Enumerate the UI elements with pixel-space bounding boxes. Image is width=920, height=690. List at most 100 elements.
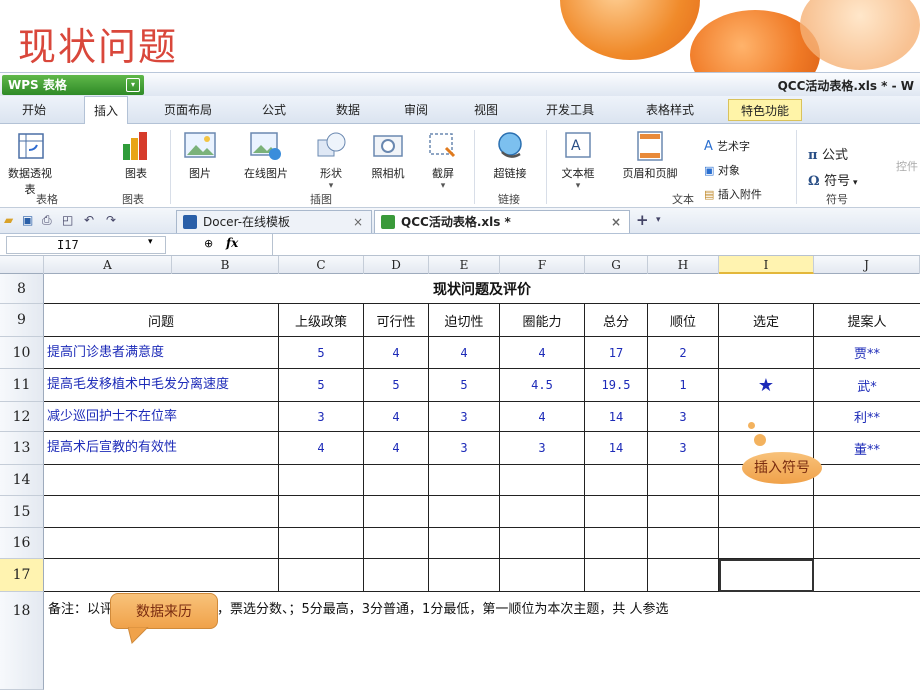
select-all-corner[interactable]: [0, 256, 44, 274]
camera-button[interactable]: 照相机: [364, 130, 412, 181]
tab-table-style[interactable]: 表格样式: [646, 101, 694, 118]
tab-docer-template[interactable]: Docer-在线模板 ×: [176, 210, 372, 233]
wps-app-menu[interactable]: WPS 表格 ▾: [2, 75, 144, 95]
shape-button[interactable]: 形状 ▾: [314, 130, 348, 191]
control-button[interactable]: 控件: [896, 158, 920, 174]
art-text-button[interactable]: A 艺术字: [704, 138, 750, 154]
tab-page-layout[interactable]: 页面布局: [164, 101, 212, 118]
empty-cell[interactable]: [648, 528, 719, 559]
new-tab-plus-icon[interactable]: +: [636, 213, 650, 228]
empty-cell[interactable]: [500, 465, 585, 496]
tab-qcc-file[interactable]: QCC活动表格.xls * ×: [374, 210, 630, 233]
header-cell[interactable]: 提案人: [814, 304, 920, 337]
close-icon[interactable]: ×: [353, 211, 363, 233]
empty-cell[interactable]: [648, 465, 719, 496]
chevron-down-icon[interactable]: ▾: [850, 178, 858, 188]
online-picture-button[interactable]: 在线图片: [234, 130, 298, 181]
chevron-down-icon[interactable]: ▾: [426, 181, 460, 191]
empty-cell[interactable]: [364, 559, 429, 592]
picture-button[interactable]: 图片: [180, 130, 220, 181]
empty-cell[interactable]: [429, 559, 500, 592]
score-cell[interactable]: 5: [429, 369, 500, 402]
tab-review[interactable]: 审阅: [404, 101, 428, 118]
row-header[interactable]: 12: [0, 402, 44, 432]
hyperlink-button[interactable]: 超链接: [486, 130, 534, 181]
redo-icon[interactable]: ↷: [106, 213, 120, 227]
proposer-cell[interactable]: 利**: [814, 402, 920, 432]
column-header[interactable]: J: [814, 256, 920, 274]
empty-cell[interactable]: [585, 559, 648, 592]
empty-cell[interactable]: [44, 496, 279, 528]
empty-cell[interactable]: [44, 528, 279, 559]
tab-special-features[interactable]: 特色功能: [728, 99, 803, 121]
empty-cell[interactable]: [429, 496, 500, 528]
column-header[interactable]: A: [44, 256, 172, 274]
total-cell[interactable]: 14: [585, 402, 648, 432]
empty-cell[interactable]: [585, 528, 648, 559]
score-cell[interactable]: 5: [364, 369, 429, 402]
name-box[interactable]: I17: [6, 236, 166, 254]
spreadsheet-grid[interactable]: A B C D E F G H I J 8 9 10 11 12 13 14 1…: [0, 256, 920, 690]
rank-cell[interactable]: 1: [648, 369, 719, 402]
column-header[interactable]: E: [429, 256, 500, 274]
header-cell[interactable]: 上级政策: [279, 304, 364, 337]
header-cell[interactable]: 总分: [585, 304, 648, 337]
empty-cell[interactable]: [429, 528, 500, 559]
fx-icon[interactable]: fx: [226, 236, 238, 250]
save-icon[interactable]: ▣: [22, 213, 36, 227]
total-cell[interactable]: 19.5: [585, 369, 648, 402]
empty-cell[interactable]: [648, 559, 719, 592]
active-cell-I17[interactable]: [719, 559, 814, 592]
header-cell[interactable]: 顺位: [648, 304, 719, 337]
tab-data[interactable]: 数据: [336, 101, 360, 118]
score-cell[interactable]: 4: [279, 432, 364, 465]
problem-cell[interactable]: 减少巡回护士不在位率: [44, 402, 279, 432]
formula-input[interactable]: [272, 234, 920, 256]
chevron-down-icon[interactable]: ▾: [556, 181, 600, 191]
row-header[interactable]: 10: [0, 337, 44, 369]
row-header[interactable]: 11: [0, 369, 44, 402]
header-cell[interactable]: 问题: [44, 304, 279, 337]
text-box-button[interactable]: A 文本框 ▾: [556, 130, 600, 191]
column-header[interactable]: C: [279, 256, 364, 274]
print-icon[interactable]: ⎙: [42, 213, 56, 227]
column-header-selected[interactable]: I: [719, 256, 814, 274]
score-cell[interactable]: 3: [279, 402, 364, 432]
proposer-cell[interactable]: 董**: [814, 432, 920, 465]
score-cell[interactable]: 4: [364, 432, 429, 465]
header-footer-button[interactable]: 页眉和页脚: [614, 130, 686, 181]
score-cell[interactable]: 4: [364, 337, 429, 369]
screenshot-button[interactable]: 截屏 ▾: [426, 130, 460, 191]
empty-cell[interactable]: [364, 465, 429, 496]
tab-developer[interactable]: 开发工具: [546, 101, 594, 118]
score-cell[interactable]: 3: [500, 432, 585, 465]
empty-cell[interactable]: [500, 496, 585, 528]
header-cell[interactable]: 选定: [719, 304, 814, 337]
row-header[interactable]: 14: [0, 465, 44, 496]
score-cell[interactable]: 5: [279, 369, 364, 402]
empty-cell[interactable]: [719, 528, 814, 559]
zoom-icon[interactable]: ⊕: [204, 237, 213, 250]
selected-cell[interactable]: [719, 402, 814, 432]
empty-cell[interactable]: [814, 496, 920, 528]
tab-home[interactable]: 开始: [22, 101, 46, 118]
object-button[interactable]: ▣ 对象: [704, 162, 740, 178]
tab-formula[interactable]: 公式: [262, 101, 286, 118]
empty-cell[interactable]: [500, 559, 585, 592]
empty-cell[interactable]: [814, 528, 920, 559]
column-header[interactable]: H: [648, 256, 719, 274]
column-header[interactable]: B: [172, 256, 279, 274]
empty-cell[interactable]: [814, 559, 920, 592]
row-header[interactable]: 13: [0, 432, 44, 465]
proposer-cell[interactable]: 武*: [814, 369, 920, 402]
score-cell[interactable]: 4: [364, 402, 429, 432]
selected-star-cell[interactable]: ★: [719, 369, 814, 402]
header-cell[interactable]: 可行性: [364, 304, 429, 337]
table-title[interactable]: 现状问题及评价: [44, 274, 920, 304]
undo-icon[interactable]: ↶: [84, 213, 98, 227]
header-cell[interactable]: 圈能力: [500, 304, 585, 337]
score-cell[interactable]: 4: [429, 337, 500, 369]
total-cell[interactable]: 17: [585, 337, 648, 369]
chevron-down-icon[interactable]: ▾: [314, 181, 348, 191]
tab-insert[interactable]: 插入: [84, 96, 129, 124]
